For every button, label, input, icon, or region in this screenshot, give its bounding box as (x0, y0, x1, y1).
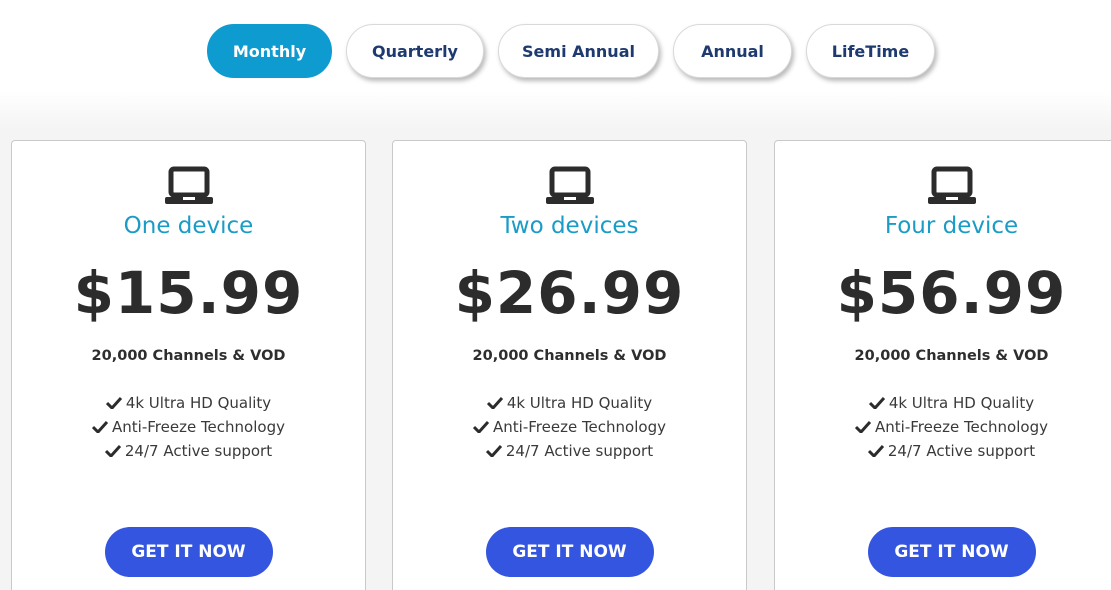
plan-price: $15.99 (73, 259, 304, 327)
feature-list: 4k Ultra HD Quality Anti-Freeze Technolo… (393, 391, 746, 463)
plan-name: Two devices (500, 213, 639, 239)
tab-annual[interactable]: Annual (673, 24, 792, 78)
feature-item: 24/7 Active support (775, 439, 1111, 463)
feature-label: 24/7 Active support (124, 442, 273, 460)
feature-label: 4k Ultra HD Quality (125, 394, 272, 412)
tab-monthly[interactable]: Monthly (207, 24, 332, 78)
pricing-page: Monthly Quarterly Semi Annual Annual Lif… (0, 0, 1111, 590)
feature-label: 4k Ultra HD Quality (888, 394, 1035, 412)
feature-label: Anti-Freeze Technology (493, 418, 666, 436)
checkmark-icon (486, 397, 503, 409)
billing-period-tabs: Monthly Quarterly Semi Annual Annual Lif… (0, 24, 1111, 80)
checkmark-icon (868, 397, 885, 409)
plan-channels: 20,000 Channels & VOD (854, 348, 1049, 364)
laptop-icon (164, 166, 213, 204)
plan-price: $56.99 (836, 259, 1067, 327)
checkmark-icon (473, 421, 490, 433)
tab-quarterly[interactable]: Quarterly (346, 24, 484, 78)
checkmark-icon (105, 397, 122, 409)
get-it-now-button[interactable]: GET IT NOW (104, 527, 273, 577)
feature-item: 4k Ultra HD Quality (775, 391, 1111, 415)
feature-list: 4k Ultra HD Quality Anti-Freeze Technolo… (775, 391, 1111, 463)
feature-item: 24/7 Active support (12, 439, 365, 463)
laptop-icon (545, 166, 594, 204)
checkmark-icon (104, 445, 121, 457)
plan-card-two-devices: Two devices $26.99 20,000 Channels & VOD… (392, 140, 747, 590)
feature-item: 4k Ultra HD Quality (12, 391, 365, 415)
feature-label: 4k Ultra HD Quality (506, 394, 653, 412)
feature-label: 24/7 Active support (887, 442, 1036, 460)
feature-item: 24/7 Active support (393, 439, 746, 463)
checkmark-icon (92, 421, 109, 433)
plan-name: Four device (884, 213, 1019, 239)
feature-label: 24/7 Active support (505, 442, 654, 460)
tab-semi-annual[interactable]: Semi Annual (498, 24, 659, 78)
feature-list: 4k Ultra HD Quality Anti-Freeze Technolo… (12, 391, 365, 463)
plan-channels: 20,000 Channels & VOD (91, 348, 286, 364)
get-it-now-button[interactable]: GET IT NOW (867, 527, 1036, 577)
get-it-now-button[interactable]: GET IT NOW (485, 527, 654, 577)
tab-lifetime[interactable]: LifeTime (806, 24, 935, 78)
feature-item: Anti-Freeze Technology (12, 415, 365, 439)
plan-price: $26.99 (454, 259, 685, 327)
feature-item: 4k Ultra HD Quality (393, 391, 746, 415)
feature-item: Anti-Freeze Technology (393, 415, 746, 439)
laptop-icon (927, 166, 976, 204)
plan-card-one-device: One device $15.99 20,000 Channels & VOD … (11, 140, 366, 590)
feature-item: Anti-Freeze Technology (775, 415, 1111, 439)
feature-label: Anti-Freeze Technology (112, 418, 285, 436)
feature-label: Anti-Freeze Technology (875, 418, 1048, 436)
plan-name: One device (123, 213, 254, 239)
plan-card-four-device: Four device $56.99 20,000 Channels & VOD… (774, 140, 1111, 590)
checkmark-icon (855, 421, 872, 433)
plan-channels: 20,000 Channels & VOD (472, 348, 667, 364)
checkmark-icon (867, 445, 884, 457)
checkmark-icon (485, 445, 502, 457)
